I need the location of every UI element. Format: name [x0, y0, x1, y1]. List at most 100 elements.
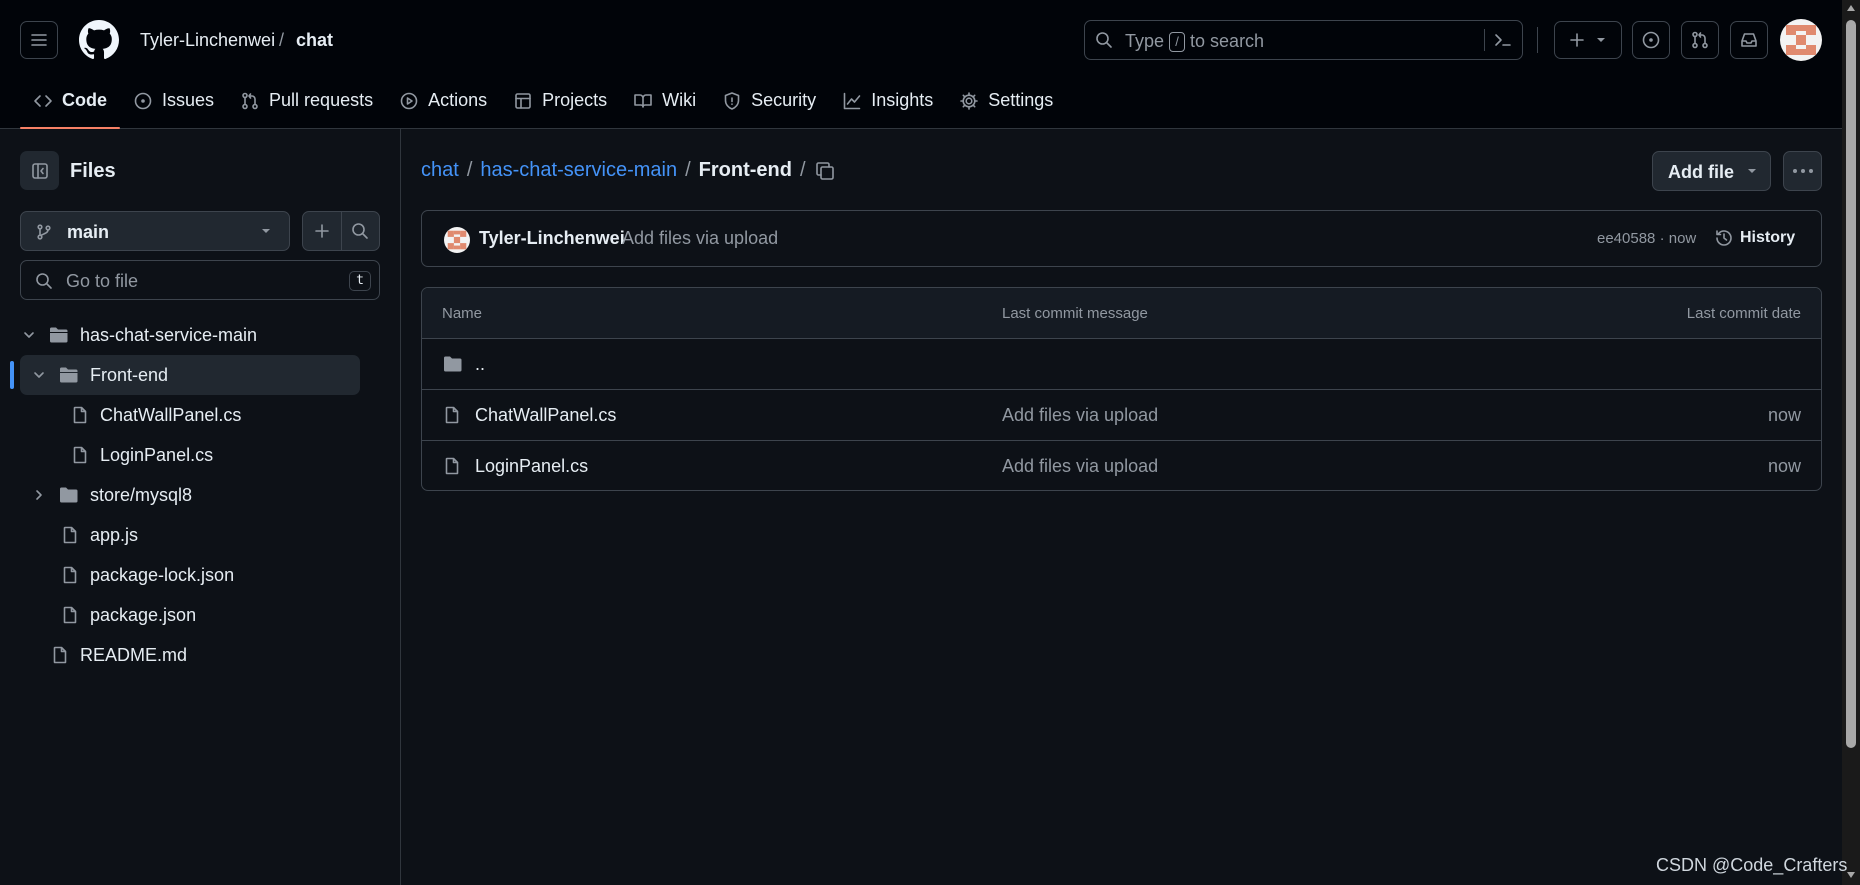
file-name-link[interactable]: ChatWallPanel.cs [475, 405, 616, 426]
breadcrumb-current: Front-end [698, 159, 792, 181]
caret-down-icon [1748, 169, 1756, 173]
commit-author-avatar[interactable] [444, 227, 470, 253]
tab-actions[interactable]: Actions [386, 80, 500, 121]
tree-item-app-js[interactable]: app.js [60, 515, 138, 555]
commit-date: now [1767, 456, 1801, 476]
path-breadcrumb: chat / has-chat-service-main / Front-end… [421, 159, 806, 182]
tab-code-label: Code [62, 90, 107, 110]
collapse-sidebar-button[interactable] [20, 151, 59, 190]
tree-item-chatwallpanel[interactable]: ChatWallPanel.cs [70, 395, 241, 435]
commit-message-link[interactable]: Add files via upload [1002, 405, 1158, 426]
repo-link[interactable]: chat [296, 30, 333, 51]
more-options-button[interactable] [1783, 151, 1822, 191]
add-file-button[interactable] [303, 212, 341, 250]
tab-issues[interactable]: Issues [120, 80, 227, 121]
breadcrumb-separator: / [685, 159, 691, 181]
hamburger-menu-button[interactable] [20, 21, 58, 59]
tree-item-readme[interactable]: README.md [50, 635, 187, 675]
tree-item-label: package-lock.json [90, 564, 235, 585]
command-palette-icon[interactable] [1493, 31, 1513, 49]
history-button[interactable]: History [1714, 228, 1795, 248]
breadcrumb-folder-link[interactable]: has-chat-service-main [480, 159, 677, 182]
branch-selector[interactable]: main [20, 211, 290, 251]
table-row[interactable]: LoginPanel.cs Add files via upload now [422, 441, 1821, 490]
tree-item-package-lock-json[interactable]: package-lock.json [60, 555, 234, 595]
file-list-table: Name Last commit message Last commit dat… [421, 287, 1822, 491]
user-avatar[interactable] [1780, 19, 1822, 61]
commit-sha-time[interactable]: ee40588 · now [1597, 230, 1696, 247]
tree-item-front-end[interactable]: Front-end [30, 355, 168, 395]
table-icon [515, 92, 531, 109]
scrollbar-thumb[interactable] [1846, 20, 1856, 748]
scroll-up-arrow-icon[interactable] [1847, 5, 1855, 11]
hamburger-icon [31, 34, 47, 46]
tab-pull-requests[interactable]: Pull requests [227, 80, 386, 121]
file-icon [73, 446, 87, 464]
file-name-link[interactable]: LoginPanel.cs [475, 456, 588, 477]
tab-code[interactable]: Code [20, 80, 120, 129]
graph-icon [843, 92, 861, 109]
tab-pull-requests-label: Pull requests [269, 90, 374, 110]
tab-insights[interactable]: Insights [829, 80, 946, 121]
column-header-date: Last commit date [1686, 305, 1801, 322]
copy-icon[interactable] [814, 160, 836, 182]
file-icon [63, 566, 77, 584]
file-icon [63, 526, 77, 544]
tree-item-loginpanel[interactable]: LoginPanel.cs [70, 435, 213, 475]
table-row-parent-directory[interactable]: .. [422, 339, 1821, 390]
chevron-down-icon [20, 328, 38, 342]
tab-security[interactable]: Security [709, 80, 829, 121]
watermark-text: CSDN @Code_Crafters [1656, 855, 1848, 875]
github-mark-icon [79, 20, 119, 60]
table-row[interactable]: ChatWallPanel.cs Add files via upload no… [422, 390, 1821, 441]
your-issues-button[interactable] [1632, 21, 1670, 59]
breadcrumb-repo-link[interactable]: chat [421, 159, 459, 182]
commit-author-link[interactable]: Tyler-Linchenwei [479, 228, 625, 249]
commit-message-link[interactable]: Add files via upload [622, 228, 778, 249]
commit-message-link[interactable]: Add files via upload [1002, 456, 1158, 477]
create-new-button[interactable] [1554, 21, 1622, 59]
scroll-down-arrow-icon[interactable] [1847, 872, 1855, 878]
table-header: Name Last commit message Last commit dat… [422, 288, 1821, 339]
file-icon [73, 406, 87, 424]
notifications-inbox-button[interactable] [1730, 21, 1768, 59]
go-to-file-input[interactable]: Go to file t [20, 260, 380, 300]
search-input[interactable]: Type / to search [1084, 20, 1523, 60]
kebab-horizontal-icon [1792, 169, 1813, 173]
search-icon [1096, 32, 1112, 48]
parent-directory-link[interactable]: .. [475, 354, 485, 375]
folder-icon [444, 356, 462, 372]
tree-item-has-chat-service-main[interactable]: has-chat-service-main [20, 315, 257, 355]
plus-icon [1570, 33, 1584, 47]
tab-settings[interactable]: Settings [946, 80, 1066, 121]
git-pull-request-icon [1692, 31, 1708, 49]
add-file-button[interactable]: Add file [1652, 151, 1771, 191]
issue-opened-icon [134, 92, 152, 109]
top-header: Tyler-Linchenwei / chat Type / to search [0, 0, 1842, 129]
tab-wiki[interactable]: Wiki [620, 80, 709, 121]
page-scrollbar[interactable] [1842, 0, 1860, 885]
latest-commit-bar: Tyler-Linchenwei Add files via upload ee… [421, 210, 1822, 267]
tree-item-label: LoginPanel.cs [100, 444, 214, 465]
tab-wiki-label: Wiki [662, 90, 697, 110]
sidebar-collapse-icon [31, 162, 48, 179]
tree-item-store-mysql8[interactable]: store/mysql8 [30, 475, 192, 515]
search-icon [36, 273, 52, 289]
search-tree-button[interactable] [340, 212, 379, 250]
caret-down-icon [1597, 38, 1605, 42]
your-pull-requests-button[interactable] [1681, 21, 1719, 59]
book-icon [634, 93, 652, 108]
folder-open-icon [50, 327, 68, 343]
tree-actions [302, 211, 380, 251]
tab-settings-label: Settings [988, 90, 1054, 110]
tab-actions-label: Actions [428, 90, 488, 110]
code-icon [34, 94, 52, 107]
search-shortcut-key: / [1169, 31, 1186, 52]
tree-item-label: has-chat-service-main [80, 324, 258, 345]
go-to-file-shortcut: t [349, 271, 371, 291]
tree-item-package-json[interactable]: package.json [60, 595, 196, 635]
owner-link[interactable]: Tyler-Linchenwei [140, 30, 275, 51]
tab-projects[interactable]: Projects [500, 80, 620, 121]
folder-open-icon [60, 367, 78, 383]
github-logo[interactable] [79, 20, 119, 60]
